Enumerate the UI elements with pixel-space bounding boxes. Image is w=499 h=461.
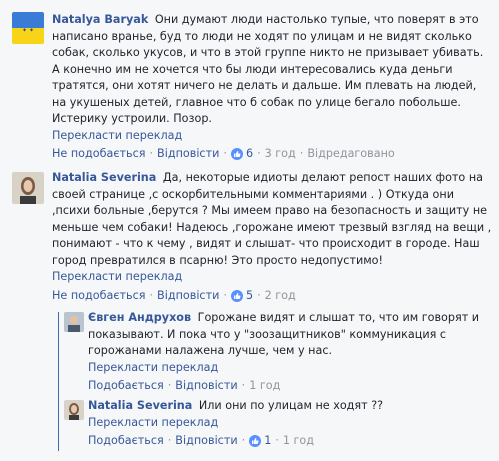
- portrait-avatar: [12, 172, 44, 204]
- reply-button[interactable]: Відповісти: [157, 146, 219, 163]
- comment-text: Они думают люди настолько тупые, что пов…: [52, 13, 484, 125]
- comment-time[interactable]: 1 год: [283, 433, 314, 450]
- separator-dot: ·: [149, 147, 154, 160]
- avatar[interactable]: [64, 400, 84, 420]
- translate-link[interactable]: Перекласти переклад: [52, 128, 492, 145]
- separator-dot: ·: [149, 288, 154, 302]
- separator-dot: ·: [223, 288, 227, 302]
- separator-dot: ·: [299, 147, 304, 160]
- separator-dot: ·: [257, 288, 261, 302]
- comment-author[interactable]: Natalya Baryak: [52, 13, 148, 26]
- separator-dot: ·: [241, 379, 246, 392]
- reaction-number: 6: [245, 147, 254, 160]
- flag-avatar: ✦ ✦: [12, 12, 44, 44]
- separator-dot: ·: [257, 147, 261, 160]
- comment-time[interactable]: 1 год: [249, 378, 280, 395]
- reply-button[interactable]: Відповісти: [157, 288, 219, 305]
- like-button[interactable]: Подобається: [88, 378, 164, 395]
- comment-text: Или они по улицам не ходят ??: [198, 399, 384, 412]
- comment-time[interactable]: 2 год: [265, 288, 296, 305]
- reply-button[interactable]: Відповісти: [175, 378, 237, 395]
- reply-thread-line: [58, 312, 59, 451]
- separator-dot: ·: [241, 434, 246, 447]
- separator-dot: ·: [223, 147, 227, 160]
- avatar[interactable]: [12, 172, 44, 204]
- like-thumb-icon: [230, 289, 243, 302]
- translate-link[interactable]: Перекласти переклад: [88, 415, 492, 432]
- reaction-count[interactable]: 1: [249, 433, 271, 450]
- separator-dot: ·: [167, 434, 172, 447]
- avatar[interactable]: ✦ ✦: [12, 12, 44, 44]
- comment-time[interactable]: 3 год: [265, 146, 296, 163]
- reaction-number: 5: [245, 288, 254, 302]
- comment-actions: Не подобається · Відповісти · 5 · 2 год: [52, 288, 492, 305]
- like-button[interactable]: Не подобається: [52, 288, 145, 305]
- like-thumb-icon: [230, 148, 243, 161]
- comment-text: Да, некоторые идиоты делают репост наших…: [52, 171, 492, 267]
- avatar[interactable]: [64, 312, 84, 332]
- comment-actions: Подобається · Відповісти · 1 год: [88, 378, 492, 395]
- reaction-count[interactable]: 6: [230, 146, 254, 163]
- comment-author[interactable]: Natalia Severina: [88, 399, 192, 412]
- reaction-number: 1: [264, 434, 272, 447]
- separator-dot: ·: [167, 379, 172, 392]
- comment-author[interactable]: Євген Андрухов: [88, 311, 191, 324]
- like-button[interactable]: Не подобається: [52, 146, 145, 163]
- comment-actions: Подобається · Відповісти · 1 · 1 год: [88, 433, 492, 450]
- portrait-avatar: [64, 400, 84, 420]
- translate-link[interactable]: Перекласти переклад: [52, 269, 492, 286]
- svg-text:✦ ✦: ✦ ✦: [22, 27, 34, 34]
- reply-button[interactable]: Відповісти: [175, 433, 237, 450]
- portrait-avatar: [64, 312, 84, 332]
- reaction-count[interactable]: 5: [230, 288, 254, 305]
- translate-link[interactable]: Перекласти переклад: [88, 360, 492, 377]
- like-thumb-icon: [249, 435, 262, 448]
- separator-dot: ·: [275, 434, 279, 447]
- comment-author[interactable]: Natalia Severina: [52, 171, 156, 184]
- edited-label[interactable]: Відредаговано: [307, 146, 394, 163]
- like-button[interactable]: Подобається: [88, 433, 164, 450]
- comment-actions: Не подобається · Відповісти · 6 · 3 год …: [52, 146, 492, 163]
